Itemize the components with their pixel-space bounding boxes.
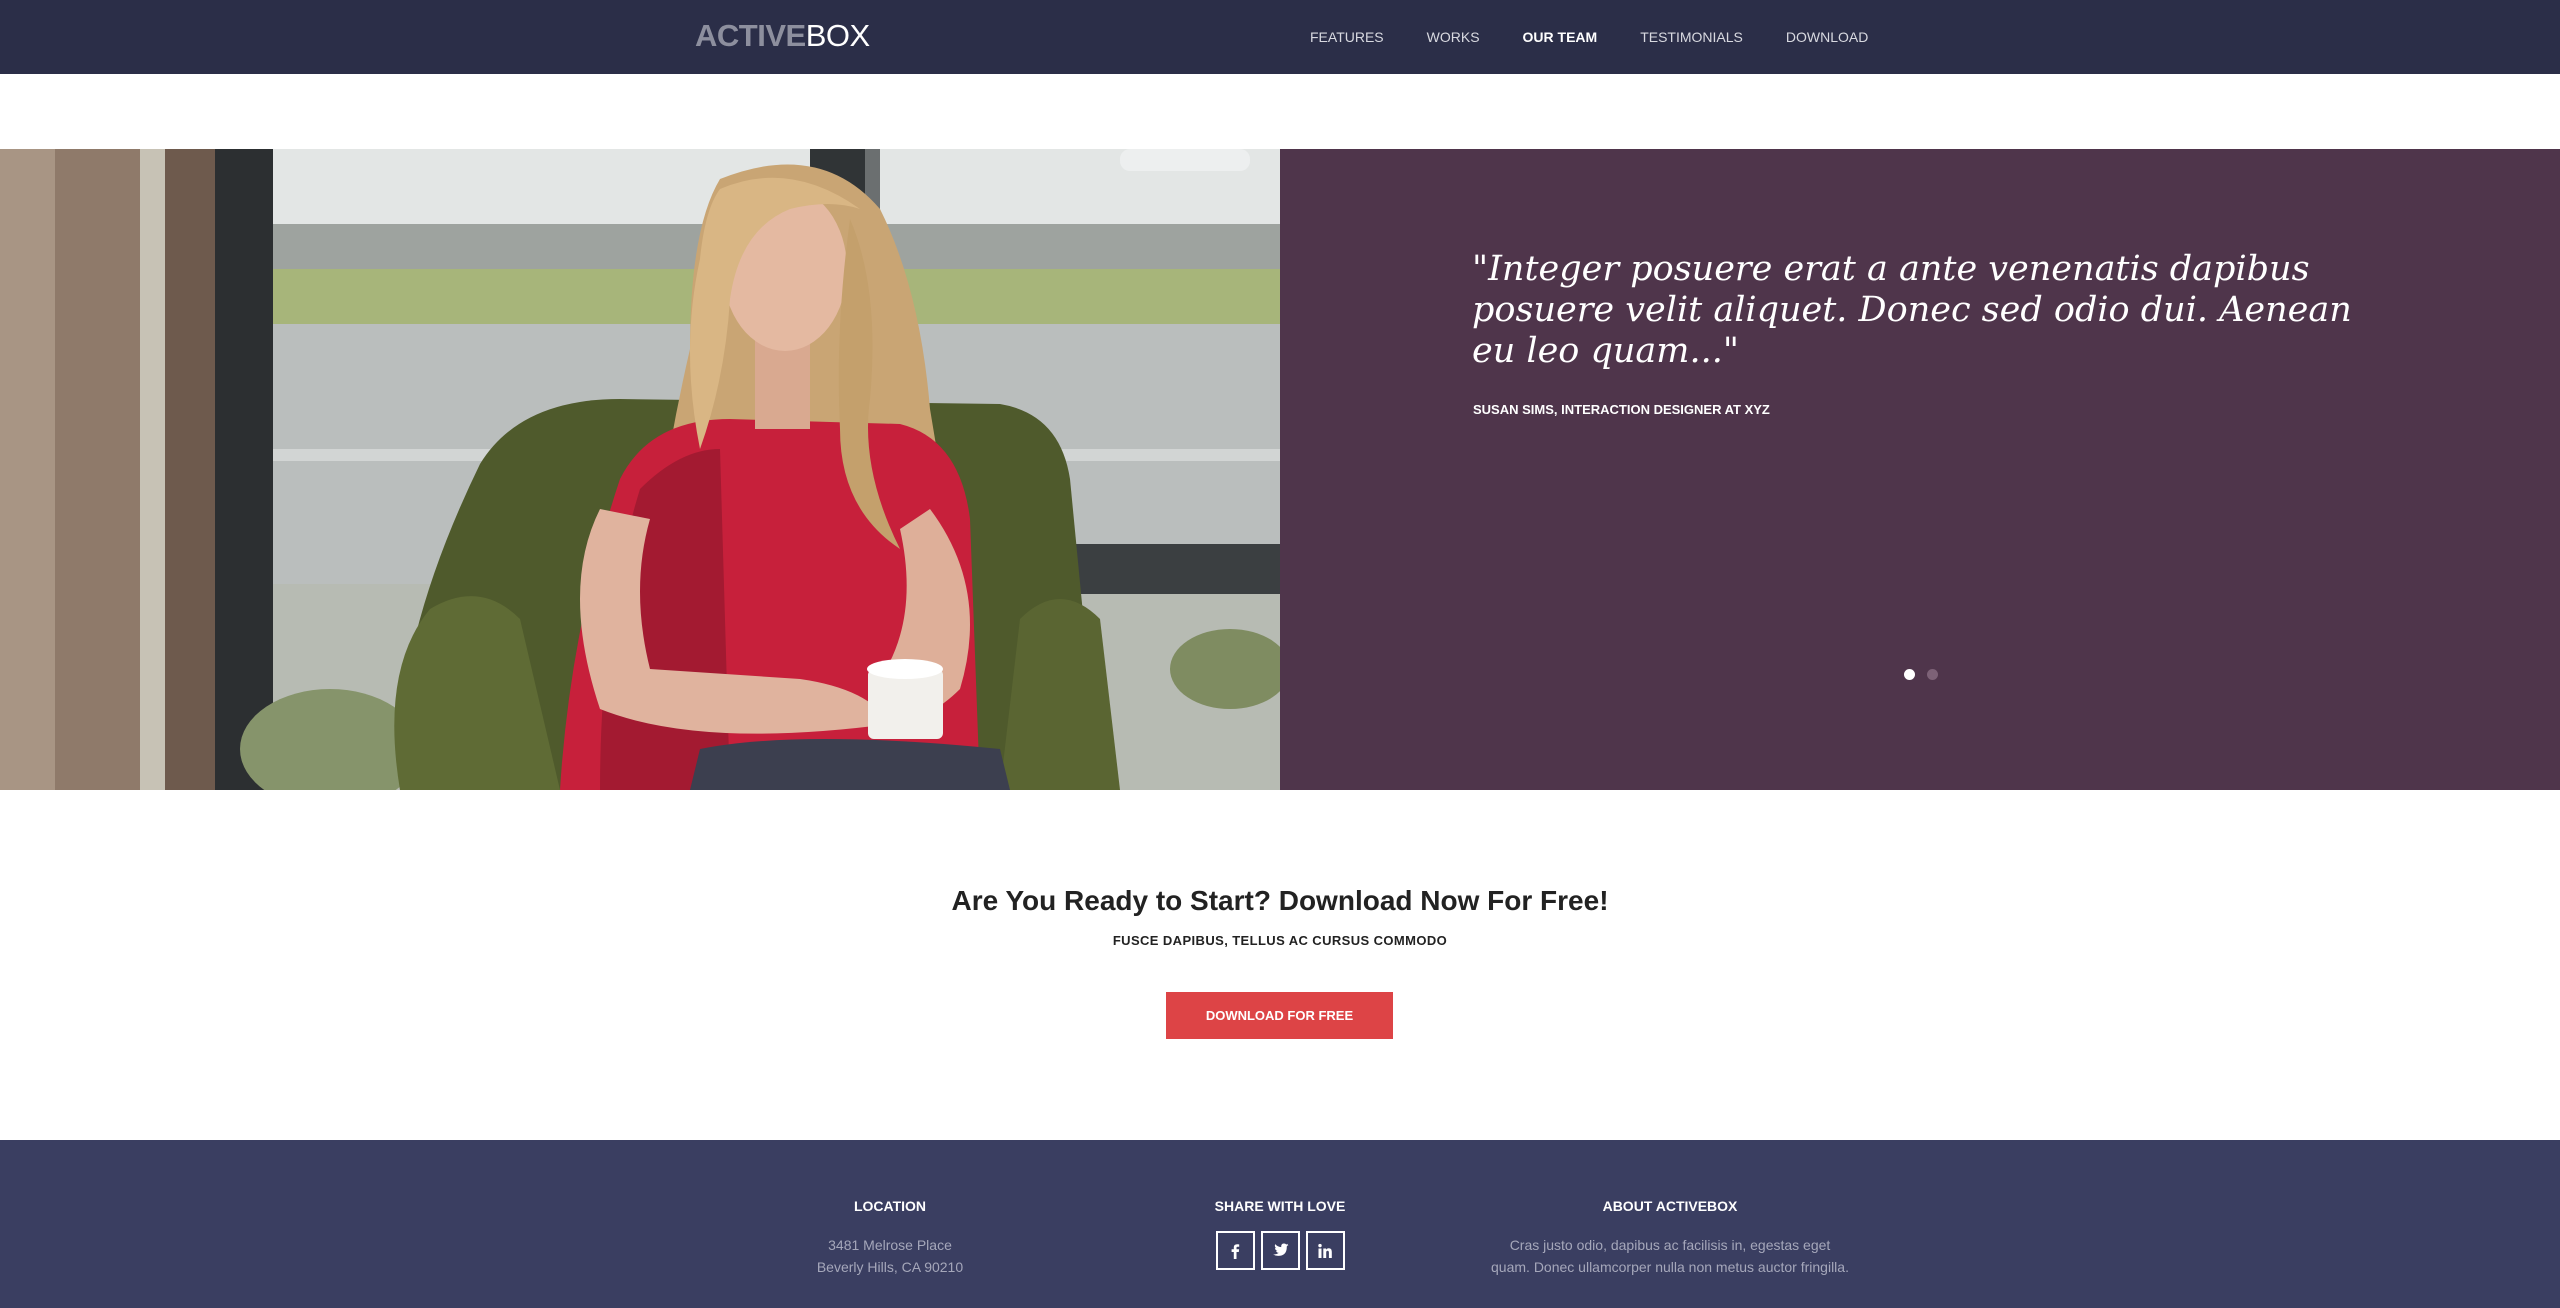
about-text-line-2: quam. Donec ullamcorper nulla non metus … bbox=[1491, 1259, 1849, 1275]
location-heading: LOCATION bbox=[853, 1198, 927, 1214]
nav-download[interactable]: DOWNLOAD bbox=[1786, 29, 1868, 45]
slider-dot-1[interactable] bbox=[1904, 669, 1915, 680]
testimonial-quote: "Integer posuere erat a ante venenatis d… bbox=[1472, 249, 2352, 371]
woman-in-chair-image bbox=[0, 149, 1280, 790]
linkedin-icon bbox=[1318, 1243, 1332, 1258]
cta-title: Are You Ready to Start? Download Now For… bbox=[951, 885, 1609, 916]
testimonial-photo bbox=[0, 149, 1280, 790]
download-for-free-button[interactable]: DOWNLOAD FOR FREE bbox=[1166, 992, 1393, 1039]
footer-share: SHARE WITH LOVE bbox=[1130, 1198, 1430, 1270]
footer-location: LOCATION 3481 Melrose Place Beverly Hill… bbox=[740, 1198, 1040, 1278]
main-nav: FEATURES WORKS OUR TEAM TESTIMONIALS DOW… bbox=[1310, 0, 1911, 74]
about-text-line-1: Cras justo odio, dapibus ac facilisis in… bbox=[1509, 1237, 1831, 1253]
footer: LOCATION 3481 Melrose Place Beverly Hill… bbox=[0, 1140, 2560, 1308]
testimonial-section: "Integer posuere erat a ante venenatis d… bbox=[0, 149, 2560, 790]
linkedin-link[interactable] bbox=[1305, 1231, 1345, 1270]
address-line-2: Beverly Hills, CA 90210 bbox=[816, 1259, 964, 1275]
cta-subtitle: FUSCE DAPIBUS, TELLUS AC CURSUS COMMODO bbox=[1112, 933, 1448, 948]
logo-bold: ACTIVE bbox=[695, 18, 806, 53]
nav-testimonials[interactable]: TESTIMONIALS bbox=[1640, 29, 1743, 45]
logo[interactable]: ACTIVEBOX bbox=[695, 16, 870, 56]
slider-pagination bbox=[1904, 669, 1950, 680]
twitter-link[interactable] bbox=[1260, 1231, 1300, 1270]
slider-dot-2[interactable] bbox=[1927, 669, 1938, 680]
facebook-icon bbox=[1231, 1243, 1240, 1259]
share-heading: SHARE WITH LOVE bbox=[1214, 1198, 1346, 1214]
quote-panel: "Integer posuere erat a ante venenatis d… bbox=[1280, 149, 2560, 790]
twitter-icon bbox=[1272, 1243, 1288, 1256]
address-line-1: 3481 Melrose Place bbox=[828, 1237, 952, 1253]
nav-our-team[interactable]: OUR TEAM bbox=[1523, 29, 1598, 45]
nav-features[interactable]: FEATURES bbox=[1310, 29, 1384, 45]
logo-light: BOX bbox=[805, 18, 870, 53]
nav-works[interactable]: WORKS bbox=[1427, 29, 1480, 45]
social-links bbox=[1130, 1231, 1430, 1270]
facebook-link[interactable] bbox=[1215, 1231, 1255, 1270]
testimonial-author: SUSAN SIMS, INTERACTION DESIGNER AT XYZ bbox=[1473, 402, 1770, 417]
footer-about: ABOUT ACTIVEBOX Cras justo odio, dapibus… bbox=[1470, 1198, 1870, 1278]
about-heading: ABOUT ACTIVEBOX bbox=[1602, 1198, 1738, 1214]
navbar: ACTIVEBOX FEATURES WORKS OUR TEAM TESTIM… bbox=[0, 0, 2560, 74]
